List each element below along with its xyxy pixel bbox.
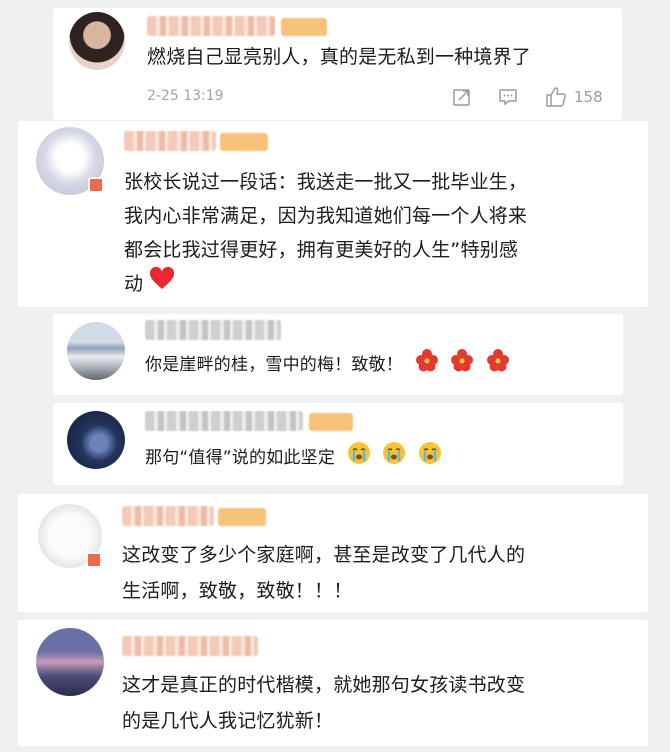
avatar[interactable] [69, 12, 125, 70]
comment-card-3: 这改变了多少个家庭啊，甚至是改变了几代人的 生活啊，致敬，致敬！！！ [18, 494, 648, 612]
user-tag-blurred [218, 508, 266, 526]
like-count: 158 [574, 88, 603, 106]
comment-text-last-line: 动 [124, 266, 175, 302]
reply-text: 那句“值得”说的如此坚定 [145, 448, 336, 468]
thumbs-up-icon [546, 87, 566, 107]
username-blurred[interactable] [122, 636, 258, 656]
comment-time: 2-25 13:19 [147, 88, 224, 104]
user-tag-blurred [281, 18, 327, 36]
comment-text-line: 这才是真正的时代楷模，就她那句女孩读书改变 [122, 674, 526, 696]
comment-text-line: 生活啊，致敬，致敬！！！ [122, 580, 353, 602]
crying-face-emoji [347, 441, 371, 475]
comment-text-line: 动 [124, 273, 144, 295]
avatar[interactable] [67, 322, 125, 380]
red-heart-emoji [149, 266, 175, 302]
reply-card-2: 那句“值得”说的如此坚定 [53, 403, 623, 485]
comment-icon [499, 89, 517, 106]
like-button[interactable] [543, 84, 569, 110]
comment-card-4: 这才是真正的时代楷模，就她那句女孩读书改变 的是几代人我记忆犹新！ [18, 620, 648, 746]
username-blurred[interactable] [145, 411, 303, 431]
avatar[interactable] [36, 628, 104, 696]
verified-badge [86, 552, 102, 568]
reply-card-1: 你是崖畔的桂，雪中的梅！致敬！ [53, 314, 623, 395]
avatar[interactable] [67, 411, 125, 469]
username-blurred[interactable] [145, 320, 281, 340]
reply-text-row: 你是崖畔的桂，雪中的梅！致敬！ [145, 348, 510, 382]
comment-card-2: 张校长说过一段话：我送走一批又一批毕业生， 我内心非常满足，因为我知道她们每一个… [18, 121, 648, 307]
red-flower-emoji [486, 348, 510, 382]
comment-text-line: 这改变了多少个家庭啊，甚至是改变了几代人的 [122, 544, 526, 566]
username-blurred[interactable] [124, 131, 216, 151]
username-blurred[interactable] [147, 16, 275, 36]
crying-face-emoji [382, 441, 406, 475]
verified-badge [88, 177, 104, 193]
reply-text: 你是崖畔的桂，雪中的梅！致敬！ [145, 355, 403, 375]
user-tag-blurred [309, 413, 353, 431]
username-blurred[interactable] [122, 506, 214, 526]
reply-text-row: 那句“值得”说的如此坚定 [145, 441, 442, 475]
comment-text-line: 张校长说过一段话：我送走一批又一批毕业生， [124, 171, 528, 193]
comment-card-1: 燃烧自己显亮别人，真的是无私到一种境界了 2-25 13:19 158 [53, 8, 622, 120]
comment-text-line: 的是几代人我记忆犹新！ [122, 710, 334, 732]
red-flower-emoji [415, 348, 439, 382]
comment-text-line: 都会比我过得更好，拥有更美好的人生”特别感 [124, 239, 519, 261]
comment-text-line: 我内心非常满足，因为我知道她们每一个人将来 [124, 205, 528, 227]
red-flower-emoji [450, 348, 474, 382]
comment-button[interactable] [497, 86, 519, 108]
share-button[interactable] [451, 86, 473, 108]
share-icon [453, 89, 470, 106]
user-tag-blurred [220, 133, 268, 151]
crying-face-emoji [418, 441, 442, 475]
comment-text: 燃烧自己显亮别人，真的是无私到一种境界了 [147, 46, 532, 68]
